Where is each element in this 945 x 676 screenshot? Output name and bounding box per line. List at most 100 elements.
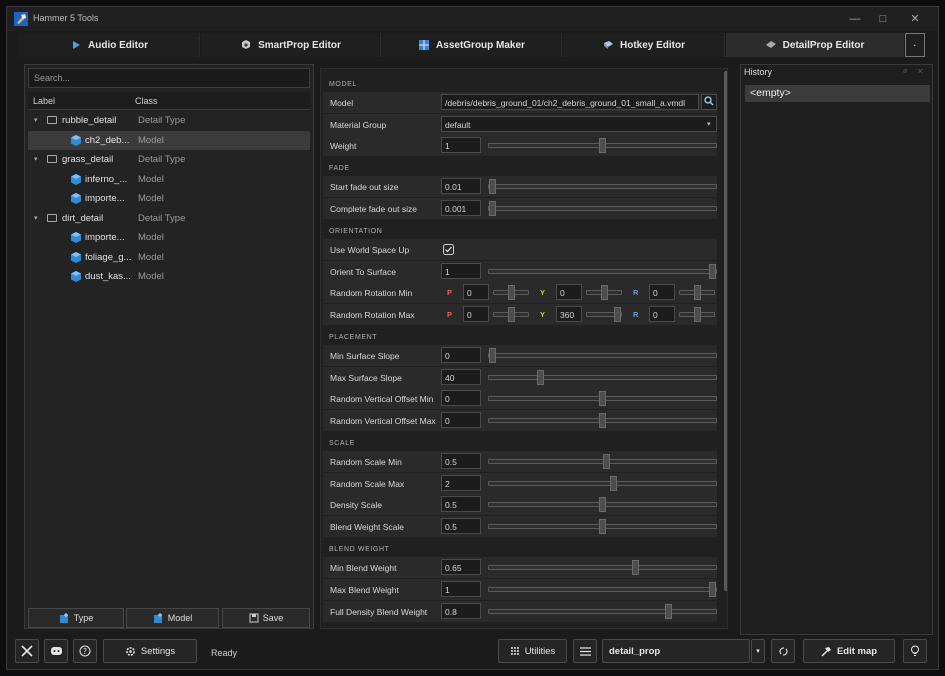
rotation-y-input[interactable]: 360 [556,306,582,322]
rotation-y-slider[interactable] [586,307,622,322]
slider-handle[interactable] [709,582,716,597]
close-icon[interactable]: ✕ [917,67,924,76]
max-blend-row-slider[interactable] [488,582,717,597]
max-slope-row-input[interactable]: 40 [441,369,481,385]
scrollbar[interactable] [724,71,727,591]
orient-surface-row-input[interactable]: 1 [441,263,481,279]
slider-handle[interactable] [489,201,496,216]
tips-button[interactable] [903,639,927,663]
rotation-y-input[interactable]: 0 [556,284,582,300]
rotation-r-slider[interactable] [679,285,715,300]
max-blend-row-input[interactable]: 1 [441,581,481,597]
slider-handle[interactable] [665,604,672,619]
scale-min-row-slider[interactable] [488,454,717,469]
tree-group-row[interactable]: ▾ dirt_detail Detail Type [28,209,310,229]
vertical-offset-min-row-slider[interactable] [488,391,717,406]
slider-handle[interactable] [610,476,617,491]
vertical-offset-max-row-slider[interactable] [488,413,717,428]
tree-model-row[interactable]: dust_kas... Model [28,267,310,287]
x-social-button[interactable] [15,639,39,663]
slider-handle[interactable] [599,413,606,428]
file-dropdown-button[interactable]: ▾ [751,639,765,663]
orient-surface-row-slider[interactable] [488,264,717,279]
slider-handle[interactable] [694,285,701,300]
scale-max-row-input[interactable]: 2 [441,475,481,491]
complete-fade-row-slider[interactable] [488,201,717,216]
tree-model-row[interactable]: importe... Model [28,228,310,248]
tree-model-row[interactable]: inferno_... Model [28,170,310,190]
pin-icon[interactable]: ø [903,68,907,75]
vertical-offset-min-row-input[interactable]: 0 [441,390,481,406]
slider-handle[interactable] [508,285,515,300]
slider-handle[interactable] [489,179,496,194]
slider-handle[interactable] [599,138,606,153]
chevron-down-icon[interactable]: ▾ [707,120,711,128]
slider-handle[interactable] [599,497,606,512]
expand-arrow-icon[interactable]: ▾ [34,214,38,222]
close-button[interactable]: ✕ [905,11,925,27]
tree-model-row[interactable]: ch2_deb... Model [28,130,310,150]
slider-handle[interactable] [709,264,716,279]
full-blend-row-slider[interactable] [488,604,717,619]
history-item[interactable]: <empty> [745,85,930,102]
slider-handle[interactable] [599,391,606,406]
add-model-button[interactable]: Model [126,608,219,628]
rotation-r-input[interactable]: 0 [649,306,675,322]
tab-audio-editor[interactable]: Audio Editor [19,33,200,57]
tab-hotkey-editor[interactable]: Hotkey Editor [563,33,725,57]
max-slope-row-slider[interactable] [488,370,717,385]
save-button[interactable]: Save [222,608,310,628]
expand-arrow-icon[interactable]: ▾ [34,155,38,163]
vertical-offset-max-row-input[interactable]: 0 [441,412,481,428]
rotation-p-input[interactable]: 0 [463,284,489,300]
rotation-p-slider[interactable] [493,307,529,322]
checkbox[interactable] [443,244,454,255]
tab-smartprop-editor[interactable]: SmartProp Editor [201,33,381,57]
density-row-slider[interactable] [488,497,717,512]
add-type-button[interactable]: Type [28,608,124,628]
start-fade-row-slider[interactable] [488,179,717,194]
rotation-y-slider[interactable] [586,285,622,300]
column-class[interactable]: Class [135,96,158,106]
min-slope-row-slider[interactable] [488,348,717,363]
slider-handle[interactable] [632,560,639,575]
search-input[interactable]: Search... [28,68,310,88]
tree-model-row[interactable]: importe... Model [28,189,310,209]
utilities-button[interactable]: Utilities [498,639,567,663]
menu-button[interactable] [573,639,597,663]
minimize-button[interactable]: — [845,11,865,27]
blend-scale-row-input[interactable]: 0.5 [441,518,481,534]
rotation-r-slider[interactable] [679,307,715,322]
browse-button[interactable] [701,94,717,110]
file-select[interactable]: detail_prop [602,639,750,663]
tree-model-row[interactable]: foliage_g... Model [28,248,310,268]
slider-handle[interactable] [614,307,621,322]
slider-handle[interactable] [694,307,701,322]
slider-handle[interactable] [537,370,544,385]
min-blend-row-input[interactable]: 0.65 [441,559,481,575]
rotation-p-input[interactable]: 0 [463,306,489,322]
full-blend-row-input[interactable]: 0.8 [441,603,481,619]
material-group-select[interactable]: default [441,116,717,132]
slider-handle[interactable] [489,348,496,363]
expand-arrow-icon[interactable]: ▾ [34,116,38,124]
min-slope-row-input[interactable]: 0 [441,347,481,363]
column-label[interactable]: Label [33,96,55,106]
min-blend-row-slider[interactable] [488,560,717,575]
blend-scale-row-slider[interactable] [488,519,717,534]
tree-group-row[interactable]: ▾ grass_detail Detail Type [28,150,310,170]
scale-min-row-input[interactable]: 0.5 [441,453,481,469]
scale-max-row-slider[interactable] [488,476,717,491]
start-fade-row-input[interactable]: 0.01 [441,178,481,194]
slider-handle[interactable] [599,519,606,534]
rotation-r-input[interactable]: 0 [649,284,675,300]
complete-fade-row-input[interactable]: 0.001 [441,200,481,216]
edit-map-button[interactable]: Edit map [803,639,895,663]
tree-group-row[interactable]: ▾ rubble_detail Detail Type [28,111,310,131]
tab-assetgroup-maker[interactable]: AssetGroup Maker [382,33,562,57]
help-button[interactable]: ? [73,639,97,663]
density-row-input[interactable]: 0.5 [441,496,481,512]
model-path-input[interactable]: /debris/debris_ground_01/ch2_debris_grou… [441,94,699,110]
tab-overflow-button[interactable]: · [905,33,925,57]
discord-button[interactable] [44,639,68,663]
